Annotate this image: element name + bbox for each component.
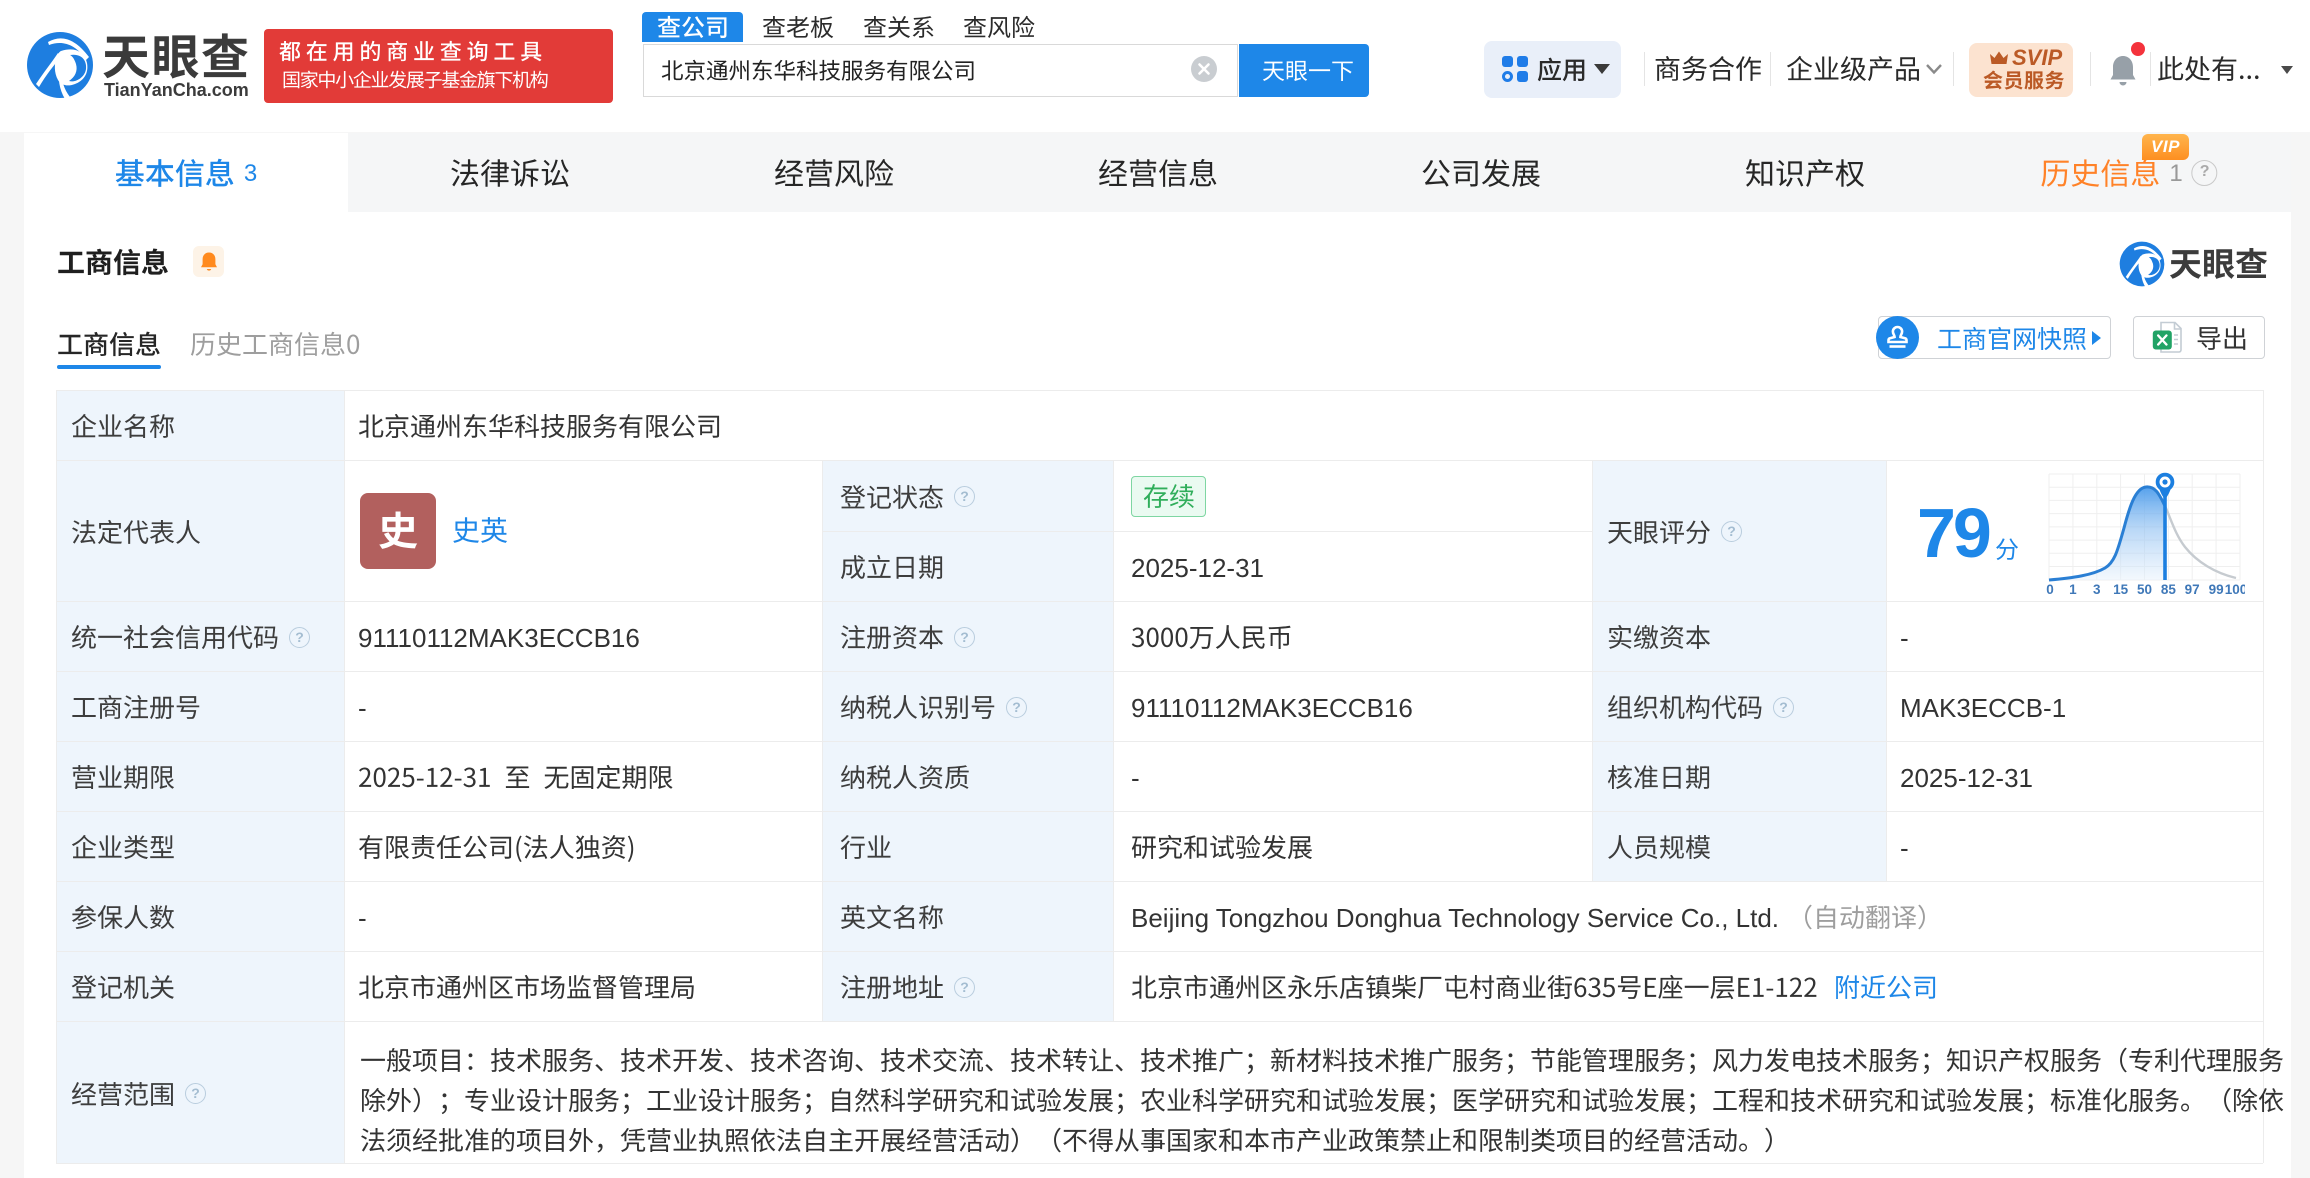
svg-text:1: 1: [2069, 582, 2077, 597]
svg-text:100: 100: [2225, 582, 2245, 597]
svg-text:97: 97: [2185, 582, 2200, 597]
svg-text:0: 0: [2046, 582, 2054, 597]
svg-text:85: 85: [2161, 582, 2177, 597]
svg-text:99: 99: [2209, 582, 2224, 597]
svg-text:50: 50: [2137, 582, 2152, 597]
svg-text:15: 15: [2113, 582, 2129, 597]
svg-text:3: 3: [2093, 582, 2101, 597]
